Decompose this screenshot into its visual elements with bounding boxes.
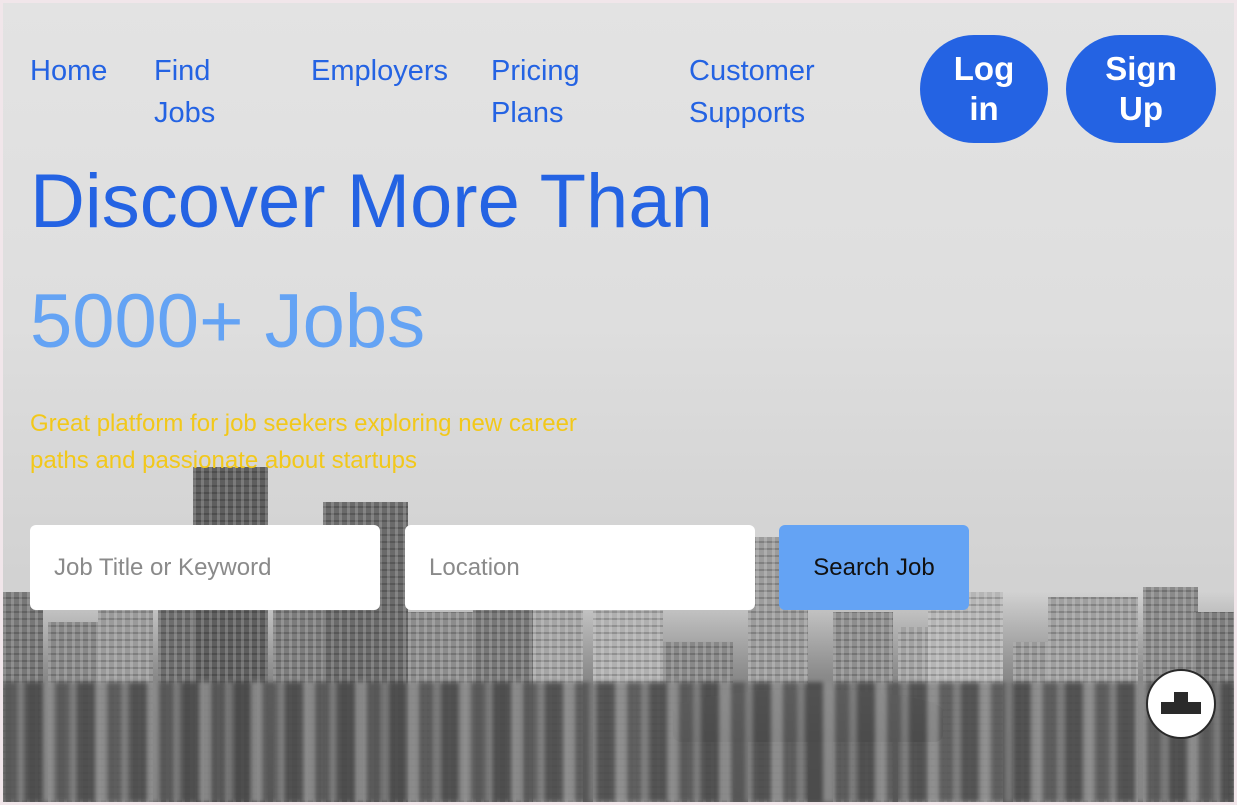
nav-find-jobs-link[interactable]: Find Jobs — [154, 50, 264, 134]
job-keyword-input[interactable] — [30, 525, 380, 610]
nav-home-link[interactable]: Home — [30, 50, 130, 92]
search-job-button[interactable]: Search Job — [779, 525, 969, 610]
location-input[interactable] — [405, 525, 755, 610]
stairs-logo-icon — [1161, 692, 1201, 714]
hero-title: Discover More Than — [30, 159, 713, 244]
city-skyline-background — [3, 442, 1234, 802]
nav-pricing-plans-link[interactable]: Pricing Plans — [491, 50, 621, 134]
hero-job-count: 5000+ Jobs — [30, 279, 426, 364]
landing-page: Home Find Jobs Employers Pricing Plans C… — [0, 0, 1237, 805]
nav-employers-link[interactable]: Employers — [311, 50, 471, 92]
nav-customer-supports-link[interactable]: Customer Supports — [689, 50, 849, 134]
hero-subtitle: Great platform for job seekers exploring… — [30, 410, 577, 474]
signup-button[interactable]: Sign Up — [1066, 35, 1216, 143]
login-button[interactable]: Log in — [920, 35, 1048, 143]
floating-help-widget[interactable] — [1146, 669, 1216, 739]
